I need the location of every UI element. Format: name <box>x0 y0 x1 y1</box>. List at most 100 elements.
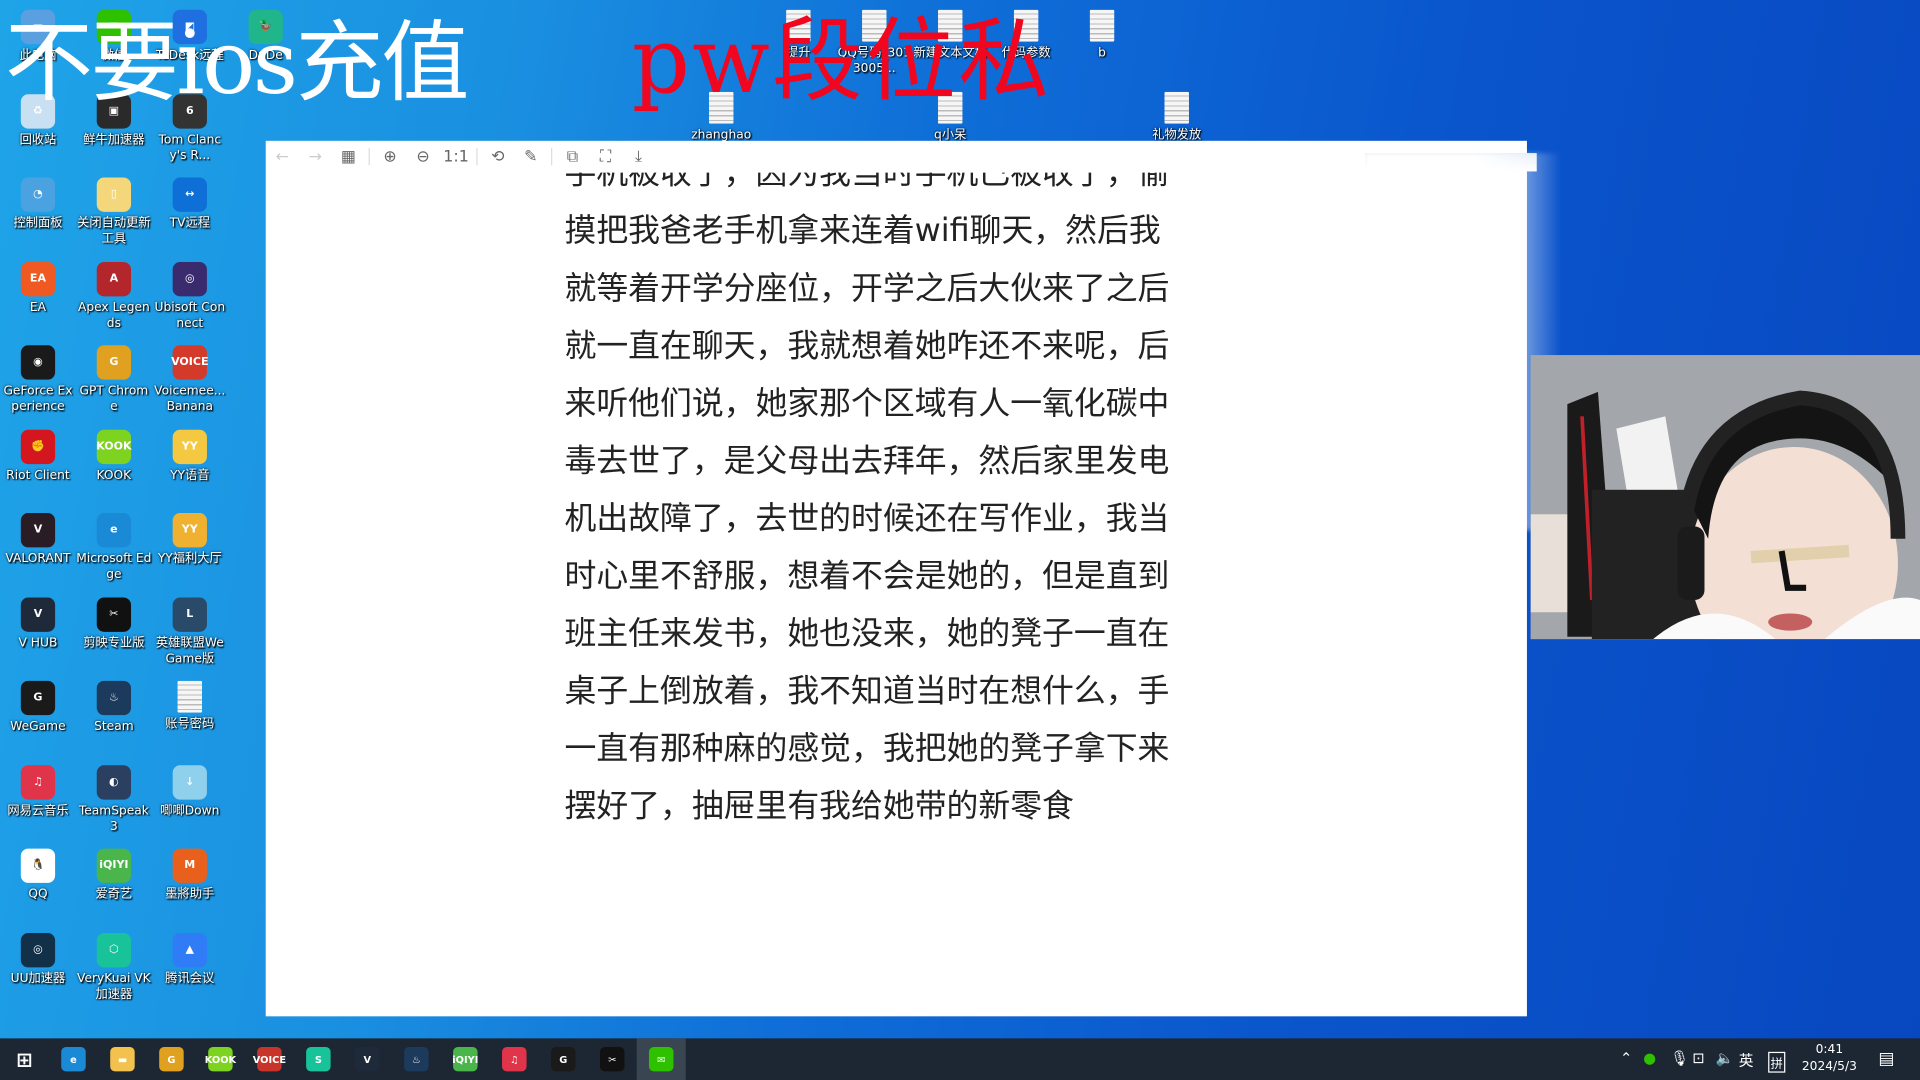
taskbar-vhub-icon[interactable]: V <box>355 1046 380 1072</box>
overlay-caption-white: 不要ios充值 <box>4 11 469 114</box>
volume-icon[interactable]: 🔈 <box>1716 1049 1734 1066</box>
taskbar-voicemeeter-icon[interactable]: VOICE <box>253 1046 286 1072</box>
desktop-icon[interactable]: ↔ TV远程 <box>152 177 228 232</box>
taskbar-start-icon[interactable]: ⊞ <box>12 1047 36 1071</box>
desktop-icon[interactable]: ◐ TeamSpeak 3 <box>76 764 152 835</box>
rotate-icon[interactable]: ⟲ <box>481 148 514 166</box>
app-icon: ♫ <box>20 764 56 799</box>
app-icon: ◐ <box>96 764 132 799</box>
desktop-icon-label: EA <box>29 300 47 315</box>
app-icon: ↓ <box>172 764 207 799</box>
app-icon: e <box>96 513 132 548</box>
zoom-in-icon[interactable]: ⊕ <box>373 148 406 166</box>
desktop-icon[interactable]: YY YY语音 <box>152 429 228 483</box>
text-line: 手机被收了，因为我当时手机已被收了，偷 <box>564 172 1170 193</box>
desktop-icon[interactable]: ◎ UU加速器 <box>0 932 76 986</box>
desktop-icon-label: V HUB <box>18 636 58 650</box>
desktop-icon-label: 唧唧Down <box>160 803 220 818</box>
desktop-icon-label: 剪映专业版 <box>83 636 145 650</box>
desktop-icon[interactable]: ♨ Steam <box>76 680 152 735</box>
taskbar-edge-icon[interactable]: e <box>61 1046 86 1072</box>
taskbar-chrome-icon[interactable]: G <box>159 1046 184 1072</box>
app-icon: KOOK <box>96 429 132 464</box>
text-file-icon <box>1089 9 1115 42</box>
desktop-icon[interactable]: ✊ Riot Client <box>0 429 76 483</box>
forward-icon[interactable]: → <box>299 148 332 166</box>
desktop-icon[interactable]: G WeGame <box>0 680 76 735</box>
ime-language[interactable]: 英 <box>1739 1049 1754 1070</box>
desktop-icon[interactable]: V VALORANT <box>0 513 76 567</box>
desktop-icon[interactable]: EA EA <box>0 261 76 315</box>
app-icon: ⬡ <box>96 932 132 967</box>
ime-mode[interactable]: 拼 <box>1768 1051 1786 1073</box>
network-icon[interactable]: ⊡ <box>1692 1049 1704 1066</box>
app-icon: ▯ <box>96 177 132 212</box>
taskbar-kook-icon[interactable]: KOOK <box>205 1046 236 1072</box>
clock-time: 0:41 <box>1815 1043 1844 1057</box>
desktop-icon[interactable]: L 英雄联盟WeGame版 <box>152 596 228 667</box>
desktop-icon[interactable]: ◔ 控制面板 <box>0 177 76 232</box>
desktop-file[interactable]: 礼物发放 <box>1139 91 1215 143</box>
desktop-icon[interactable]: V V HUB <box>0 596 76 651</box>
desktop-icon-label: 网易云音乐 <box>7 803 69 818</box>
desktop-icon-label: 英雄联盟WeGame版 <box>155 636 224 666</box>
app-icon: ▲ <box>172 932 207 967</box>
actual-size-icon[interactable]: 1:1 <box>440 148 473 166</box>
desktop-icon[interactable]: YY YY福利大厅 <box>152 513 228 567</box>
translate-icon[interactable]: ⧉ <box>556 148 589 166</box>
zoom-out-icon[interactable]: ⊖ <box>407 148 440 166</box>
desktop-icon[interactable]: ✂ 剪映专业版 <box>76 596 152 651</box>
back-icon[interactable]: ← <box>266 148 299 166</box>
app-icon: G <box>96 345 132 380</box>
desktop-icon[interactable]: 账号密码 <box>152 680 228 732</box>
desktop: ▭ 此电脑 ✉ 微信 ◩ ToDesk远程 🦆 DuDe ♻ 回收站 ▣ 鲜牛加速器 6 Tom Clan… <box>0 0 1920 1080</box>
ocr-icon[interactable]: ⛶ <box>589 148 622 166</box>
desktop-icon[interactable]: 🐧 QQ <box>0 848 76 903</box>
download-icon[interactable]: ⤓ <box>622 148 655 166</box>
desktop-icon[interactable]: VOICE Voicemee... Banana <box>152 345 228 415</box>
taskbar-netease-music-icon[interactable]: ♫ <box>502 1046 527 1072</box>
desktop-icon-label: UU加速器 <box>10 971 66 986</box>
taskbar-verykuai-icon[interactable]: S <box>306 1046 331 1072</box>
app-icon: VOICE <box>171 345 209 380</box>
grid-icon[interactable]: ▦ <box>332 148 365 166</box>
app-icon: ✂ <box>96 596 132 632</box>
microphone-icon[interactable]: 🎙 <box>1670 1049 1689 1066</box>
notification-center-icon[interactable]: ▤ <box>1878 1049 1894 1069</box>
desktop-icon-label: Voicemee... Banana <box>154 384 226 414</box>
desktop-icon[interactable]: ⬡ VeryKuai VK加速器 <box>76 932 152 1002</box>
desktop-icon[interactable]: ◉ GeForce Experience <box>0 345 76 415</box>
app-icon: ◎ <box>172 261 207 296</box>
text-line: 机出故障了，去世的时候还在写作业，我当 <box>564 500 1170 538</box>
desktop-icon[interactable]: ▲ 腾讯会议 <box>152 932 228 986</box>
desktop-icon-label: WeGame <box>10 720 66 734</box>
desktop-icon[interactable]: ◎ Ubisoft Connect <box>152 261 228 331</box>
taskbar-iqiyi-icon[interactable]: iQIYI <box>452 1046 478 1072</box>
desktop-icon[interactable]: ♫ 网易云音乐 <box>0 764 76 819</box>
desktop-file[interactable]: b <box>1064 9 1140 61</box>
desktop-icon[interactable]: e Microsoft Edge <box>76 513 152 583</box>
desktop-icon[interactable]: ↓ 唧唧Down <box>152 764 228 819</box>
taskbar-wechat-icon[interactable]: ✉ <box>636 1038 686 1080</box>
desktop-icon[interactable]: iQIYI 爱奇艺 <box>76 848 152 903</box>
webcam-person-image <box>1530 355 1920 640</box>
app-icon: YY <box>172 513 207 548</box>
desktop-icon-label: QQ <box>28 887 48 902</box>
desktop-icon-label: 爱奇艺 <box>95 887 133 902</box>
taskbar-capcut-icon[interactable]: ✂ <box>600 1046 625 1072</box>
show-hidden-icons-icon[interactable]: ⌃ <box>1620 1049 1632 1066</box>
desktop-icon[interactable]: ▯ 关闭自动更新工具 <box>76 177 152 248</box>
desktop-icon[interactable]: A Apex Legends <box>76 261 152 331</box>
desktop-icon[interactable]: G GPT Chrome <box>76 345 152 415</box>
clock[interactable]: 0:41 2024/5/3 <box>1800 1042 1859 1076</box>
edit-icon[interactable]: ✎ <box>514 148 547 166</box>
taskbar-steam-icon[interactable]: ♨ <box>404 1046 429 1072</box>
taskbar-wegame-icon[interactable]: G <box>551 1046 576 1072</box>
desktop-icon[interactable]: KOOK KOOK <box>76 429 152 483</box>
taskbar-file-explorer-icon[interactable]: ▬ <box>110 1046 135 1072</box>
webcam-feed <box>1530 355 1920 640</box>
desktop-icon[interactable]: M 墨將助手 <box>152 848 228 903</box>
wechat-tray-icon[interactable]: ● <box>1643 1049 1656 1066</box>
desktop-icon-label: Steam <box>94 720 134 734</box>
app-icon: 🐧 <box>20 848 56 883</box>
